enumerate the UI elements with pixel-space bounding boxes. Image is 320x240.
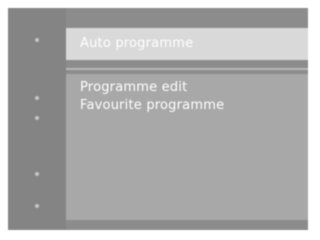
bullet-dot-icon: [35, 38, 39, 42]
bullet-dot-icon: [35, 204, 39, 208]
bullet-dot-icon: [35, 116, 39, 120]
menu-sidebar: [8, 8, 66, 230]
menu-item-programme-edit[interactable]: Programme edit: [80, 80, 187, 95]
bullet-dot-icon: [35, 172, 39, 176]
menu-item-auto-programme[interactable]: Auto programme: [66, 28, 308, 60]
menu-item-label: Auto programme: [80, 36, 194, 51]
submenu-panel: Programme edit Favourite programme: [66, 74, 308, 220]
menu-item-favourite-programme[interactable]: Favourite programme: [80, 98, 224, 113]
tv-menu-screen: Auto programme Programme edit Favourite …: [8, 8, 308, 230]
bullet-dot-icon: [35, 96, 39, 100]
menu-divider: [66, 68, 308, 70]
